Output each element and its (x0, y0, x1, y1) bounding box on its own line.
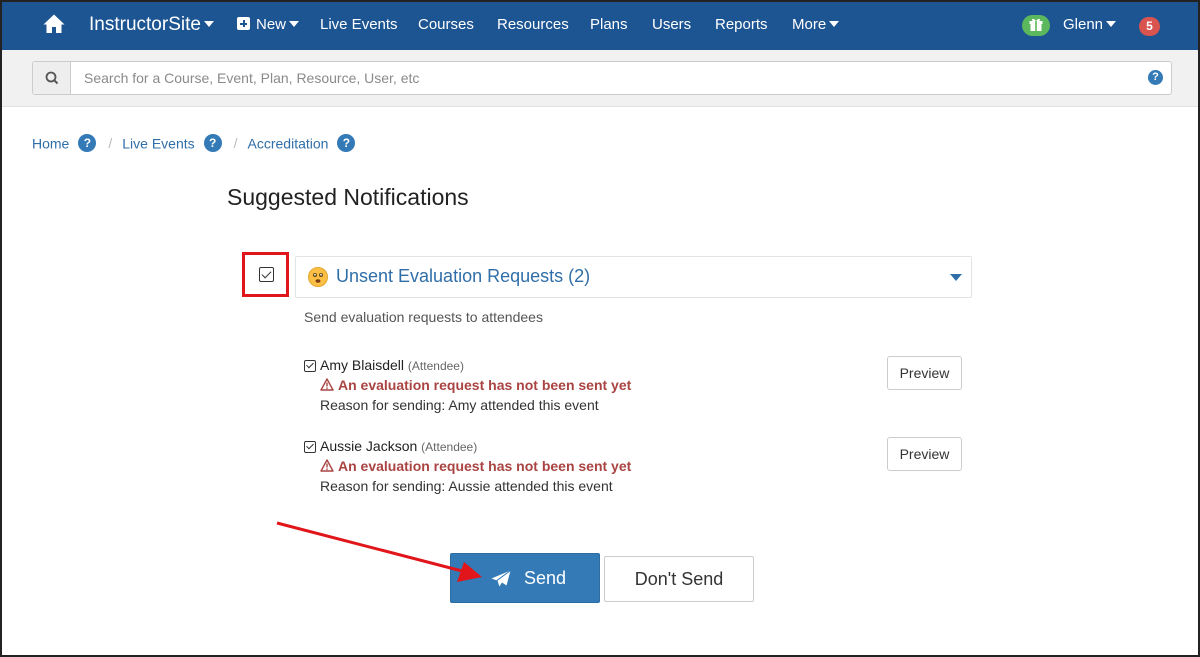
user-menu[interactable]: Glenn (1063, 0, 1117, 50)
warning-line: An evaluation request has not been sent … (320, 377, 631, 393)
gift-icon[interactable] (1022, 15, 1050, 36)
home-icon[interactable] (42, 12, 66, 36)
chevron-down-icon (289, 21, 300, 28)
search-input[interactable] (72, 62, 1142, 94)
preview-button[interactable]: Preview (887, 437, 962, 471)
breadcrumb: Home? / Live Events? / Accreditation? (32, 134, 356, 154)
attendee-checkbox[interactable] (304, 441, 316, 453)
gift-glyph (1029, 18, 1043, 31)
attendee-name: Aussie Jackson (320, 438, 418, 454)
panel-description: Send evaluation requests to attendees (304, 309, 543, 325)
warning-line: An evaluation request has not been sent … (320, 458, 631, 474)
send-label: Send (524, 568, 567, 588)
new-menu-label: New (256, 16, 287, 33)
chevron-down-icon (203, 20, 214, 27)
attendee-name: Amy Blaisdell (320, 357, 405, 373)
plus-icon (237, 17, 250, 31)
annotation-arrow (276, 521, 482, 582)
search-group: ? (32, 61, 1172, 95)
top-navbar: InstructorSite New Live Events Courses R… (0, 0, 1200, 50)
attendee-name-line: Aussie Jackson (Attendee) (320, 438, 477, 454)
site-brand-dropdown[interactable]: InstructorSite (89, 0, 214, 50)
select-all-checkbox[interactable] (259, 267, 274, 282)
frown-emoji-icon (308, 267, 328, 287)
breadcrumb-separator: / (233, 135, 238, 152)
more-menu[interactable]: More (792, 0, 840, 50)
breadcrumb-separator: / (108, 135, 113, 152)
help-icon[interactable]: ? (203, 134, 222, 153)
reason-text: Reason for sending: Aussie attended this… (320, 478, 613, 494)
notification-badge[interactable]: 5 (1139, 17, 1160, 36)
frown-face-glyph (313, 273, 323, 283)
list-item: Aussie Jackson (Attendee) An evaluation … (304, 437, 974, 500)
help-icon[interactable]: ? (78, 134, 97, 153)
warning-text: An evaluation request has not been sent … (338, 458, 632, 474)
preview-button[interactable]: Preview (887, 356, 962, 390)
breadcrumb-home[interactable]: Home (32, 135, 69, 151)
more-menu-label: More (792, 16, 827, 33)
site-brand-label: InstructorSite (89, 14, 201, 35)
attendee-checkbox[interactable] (304, 360, 316, 372)
magnifier-glyph (45, 71, 59, 85)
nav-reports[interactable]: Reports (715, 0, 768, 50)
user-name: Glenn (1063, 16, 1104, 33)
search-icon[interactable] (33, 62, 71, 94)
search-help-icon[interactable]: ? (1148, 70, 1163, 85)
panel-title: Unsent Evaluation Requests (2) (336, 266, 591, 286)
warning-text: An evaluation request has not been sent … (338, 377, 632, 393)
chevron-down-icon (1106, 21, 1117, 28)
new-menu[interactable]: New (237, 0, 300, 50)
attendee-role: (Attendee) (421, 440, 478, 454)
dont-send-button[interactable]: Don't Send (604, 556, 754, 602)
page-title: Suggested Notifications (227, 184, 469, 210)
nav-live-events[interactable]: Live Events (320, 0, 398, 50)
nav-users[interactable]: Users (652, 0, 691, 50)
notification-panel-header[interactable]: Unsent Evaluation Requests (2) (295, 256, 972, 298)
nav-resources[interactable]: Resources (497, 0, 569, 50)
search-bar: ? (0, 50, 1200, 107)
chevron-down-icon (829, 21, 840, 28)
warning-icon (320, 378, 334, 391)
warning-icon (320, 459, 334, 472)
nav-plans[interactable]: Plans (590, 0, 628, 50)
breadcrumb-accreditation[interactable]: Accreditation (248, 135, 329, 151)
chevron-down-icon[interactable] (950, 274, 962, 281)
help-icon[interactable]: ? (337, 134, 356, 153)
list-item: Amy Blaisdell (Attendee) An evaluation r… (304, 356, 974, 419)
breadcrumb-live-events[interactable]: Live Events (122, 135, 194, 151)
reason-text: Reason for sending: Amy attended this ev… (320, 397, 599, 413)
nav-courses[interactable]: Courses (418, 0, 474, 50)
attendee-name-line: Amy Blaisdell (Attendee) (320, 357, 464, 373)
paper-plane-icon (491, 570, 511, 588)
attendee-role: (Attendee) (407, 359, 464, 373)
